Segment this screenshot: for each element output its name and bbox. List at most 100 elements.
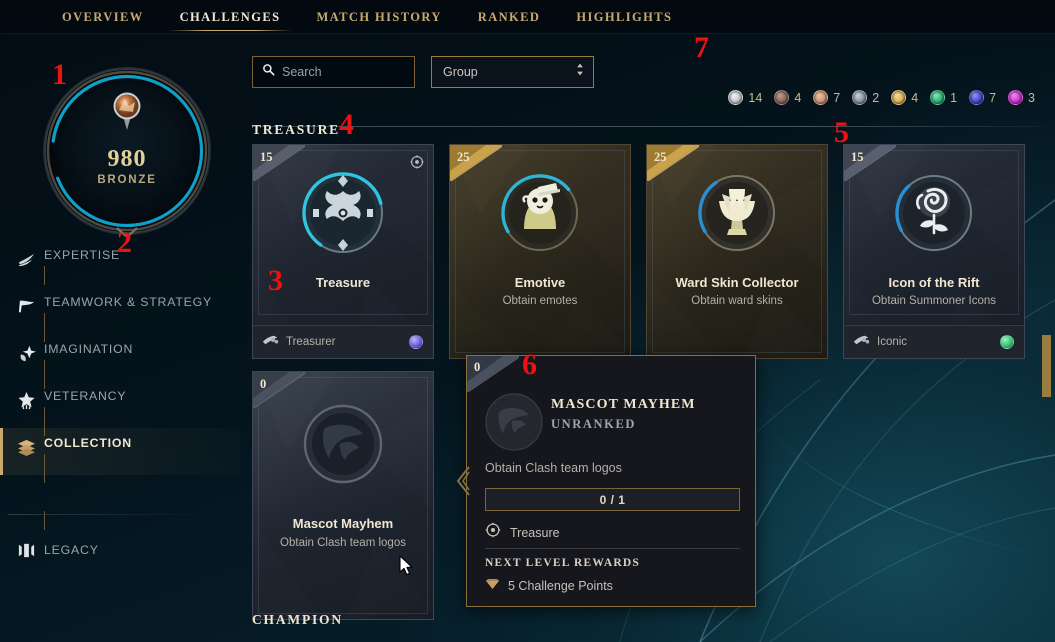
card-title: Mascot Mayhem	[292, 516, 394, 531]
filter-controls: Search Group	[252, 56, 594, 88]
tooltip-category-label: Treasure	[510, 525, 560, 540]
content-divider	[252, 126, 1042, 127]
flag-icon	[16, 296, 36, 316]
tooltip-title: MASCOT MAYHEM	[551, 397, 696, 412]
sidebar: 980 BRONZE EXPERTISE TEAMWORK & STRATEGY	[0, 34, 240, 642]
sidebar-item-collection[interactable]: COLLECTION	[0, 428, 240, 530]
sidebar-item-label: TEAMWORK & STRATEGY	[44, 295, 213, 309]
sidebar-item-expertise[interactable]: EXPERTISE	[0, 240, 240, 342]
token-master: 3	[1008, 90, 1035, 105]
nav-list: OVERVIEW CHALLENGES MATCH HISTORY RANKED…	[0, 0, 1055, 34]
sidebar-item-label: COLLECTION	[44, 436, 132, 450]
sidebar-item-imagination[interactable]: IMAGINATION	[0, 334, 240, 436]
tab-match-history[interactable]: MATCH HISTORY	[298, 0, 459, 34]
challenge-card-emotive[interactable]: 25 Emotive Obtain emotes	[449, 144, 631, 359]
bronze-crest-icon	[113, 92, 141, 130]
token-dot-icon	[852, 90, 868, 105]
token-count: 1	[950, 90, 958, 105]
tooltip-category: Treasure	[485, 522, 560, 543]
challenge-rank-badge[interactable]: 980 BRONZE	[44, 68, 210, 237]
card-description: Obtain Clash team logos	[280, 537, 406, 549]
ward-icon	[698, 174, 776, 252]
token-copper: 7	[813, 90, 840, 105]
challenges-page: OVERVIEW CHALLENGES MATCH HISTORY RANKED…	[0, 0, 1055, 642]
title-tag-icon	[262, 333, 279, 351]
card-footer-label: Iconic	[877, 336, 908, 348]
tooltip-reward-label: 5 Challenge Points	[508, 579, 613, 593]
tooltip-level-value: 0	[474, 360, 481, 374]
challenge-card-treasure[interactable]: 15 Treasure Treasurer	[252, 144, 434, 359]
sidebar-item-label: IMAGINATION	[44, 342, 134, 356]
top-navigation-bar: OVERVIEW CHALLENGES MATCH HISTORY RANKED…	[0, 0, 1055, 34]
card-footer-label: Treasurer	[286, 336, 336, 348]
token-dot-icon	[930, 90, 946, 105]
wing-icon	[16, 249, 36, 269]
group-select-value: Group	[443, 65, 478, 79]
section-title-treasure: TREASURE	[252, 122, 340, 137]
tab-ranked[interactable]: RANKED	[460, 0, 559, 34]
card-footer[interactable]: Iconic	[844, 325, 1024, 358]
card-title: Emotive	[514, 275, 566, 290]
sidebar-item-teamwork-strategy[interactable]: TEAMWORK & STRATEGY	[0, 287, 240, 389]
token-gold: 4	[891, 90, 918, 105]
challenge-card-icon-of-the-rift[interactable]: 15 Icon of the Rift Obtain Summoner Icon…	[843, 144, 1025, 359]
token-counters: 14 4 7 2 4 1 7 3	[728, 90, 1035, 105]
tab-challenges[interactable]: CHALLENGES	[162, 0, 299, 34]
scrollbar-thumb[interactable]	[1042, 335, 1051, 397]
token-dot-icon	[1008, 90, 1024, 105]
token-dot-icon	[813, 90, 829, 105]
token-count: 2	[872, 90, 880, 105]
layers-icon	[16, 437, 36, 457]
challenge-point-icon	[485, 577, 500, 595]
tooltip-reward-row: 5 Challenge Points	[485, 577, 613, 595]
token-dot-icon	[891, 90, 907, 105]
token-count: 4	[794, 90, 802, 105]
tooltip-mascot-icon	[485, 393, 543, 451]
tooltip-progress-value: 0 / 1	[599, 492, 626, 507]
token-count: 4	[911, 90, 919, 105]
tooltip-progress-bar: 0 / 1	[485, 488, 740, 511]
group-select[interactable]: Group	[431, 56, 594, 88]
token-bronze: 4	[774, 90, 801, 105]
token-count: 7	[989, 90, 997, 105]
mascot-icon	[303, 404, 383, 484]
token-count: 14	[748, 90, 763, 105]
card-footer[interactable]: Treasurer	[253, 325, 433, 358]
card-title: Treasure	[315, 275, 371, 290]
search-input[interactable]: Search	[252, 56, 415, 88]
card-title: Ward Skin Collector	[675, 275, 799, 290]
token-count: 3	[1028, 90, 1035, 105]
sidebar-item-legacy[interactable]: LEGACY	[0, 530, 240, 570]
star-icon	[16, 390, 36, 410]
tab-overview[interactable]: OVERVIEW	[44, 0, 162, 34]
search-placeholder: Search	[282, 65, 322, 79]
tooltip-rank: UNRANKED	[551, 417, 637, 431]
chevron-updown-icon	[575, 62, 585, 82]
card-level-value: 15	[260, 150, 273, 164]
sidebar-divider	[8, 514, 208, 515]
sidebar-item-label: VETERANCY	[44, 389, 127, 403]
tab-highlights[interactable]: HIGHLIGHTS	[558, 0, 690, 34]
token-iron: 14	[728, 90, 762, 105]
target-icon[interactable]	[410, 155, 424, 174]
card-level-value: 0	[260, 377, 267, 391]
tooltip-divider	[485, 548, 740, 549]
search-icon	[262, 63, 275, 81]
card-description: Obtain emotes	[502, 295, 578, 307]
pillar-icon	[16, 540, 36, 560]
sidebar-item-veterancy[interactable]: VETERANCY	[0, 381, 240, 483]
challenge-card-mascot-mayhem[interactable]: 0 Mascot Mayhem Obtain Clash team logos	[252, 371, 434, 620]
card-footer-rank-dot	[409, 335, 423, 349]
card-title: Icon of the Rift	[888, 275, 980, 290]
tooltip-rewards-header: NEXT LEVEL REWARDS	[485, 557, 640, 569]
challenge-points-value: 980	[107, 146, 147, 172]
target-icon	[485, 522, 501, 543]
challenge-card-ward-skin-collector[interactable]: 25 Ward Skin Collector Obtain ward skins	[646, 144, 828, 359]
challenge-tier-label: BRONZE	[97, 174, 157, 186]
spark-icon	[16, 343, 36, 363]
card-level-value: 15	[851, 150, 864, 164]
token-dot-icon	[969, 90, 985, 105]
card-level-value: 25	[654, 150, 667, 164]
sidebar-item-label: EXPERTISE	[44, 248, 120, 262]
card-level-value: 25	[457, 150, 470, 164]
